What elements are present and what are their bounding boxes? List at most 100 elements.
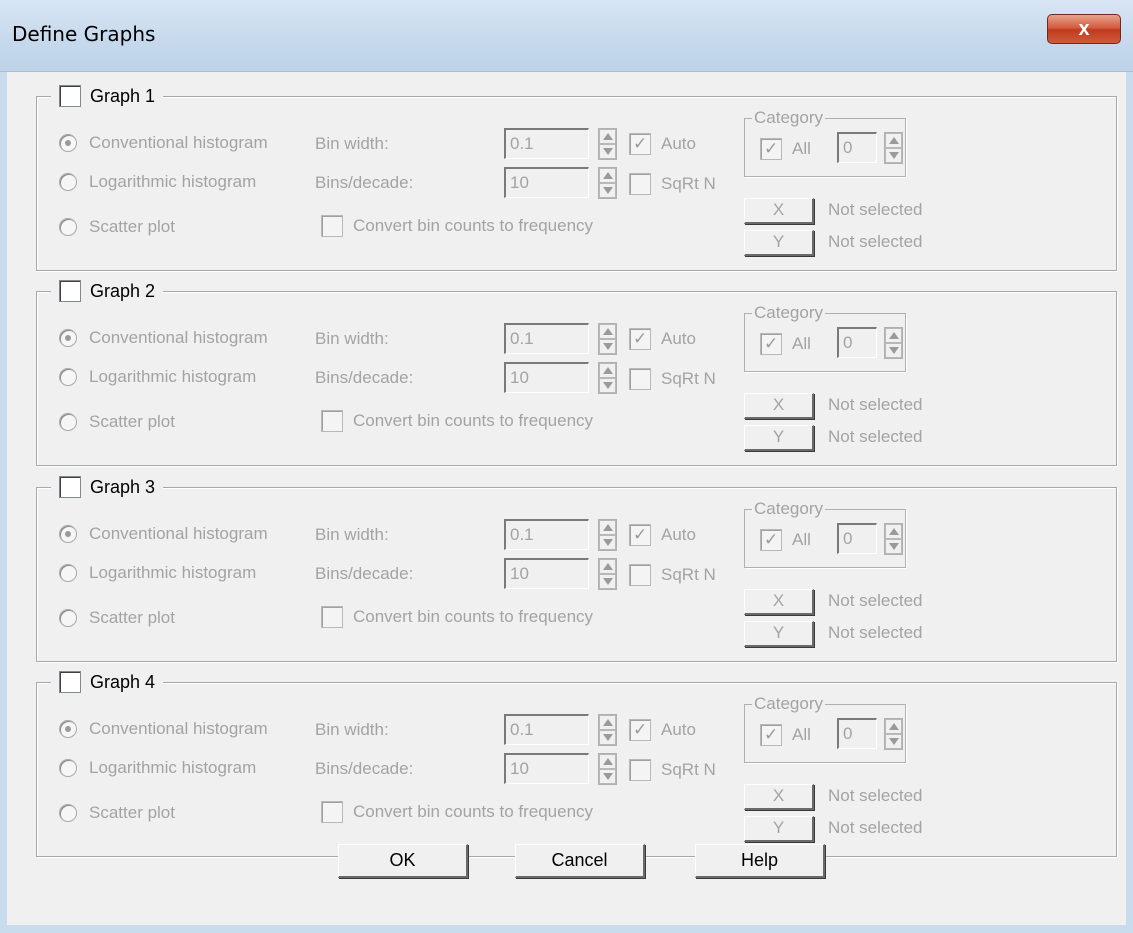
checkbox[interactable] [321,410,343,432]
radio-conventional[interactable]: Conventional histogram [59,524,268,544]
radio-scatter[interactable]: Scatter plot [59,217,175,237]
radio-button[interactable] [59,218,77,236]
bins-decade-input[interactable]: 10 [504,167,589,198]
y-select-button[interactable]: Y [744,230,814,256]
spin-up-icon[interactable] [885,328,902,343]
x-select-button[interactable]: X [744,589,814,615]
checkbox[interactable]: ✓ [760,724,782,746]
spin-down-icon[interactable] [885,734,902,749]
category-spinner[interactable] [884,523,903,555]
graph-toggle-1[interactable]: Graph 1 [51,84,164,108]
checkbox[interactable] [629,368,651,390]
graph-enable-checkbox[interactable] [59,476,81,498]
radio-button[interactable] [59,413,77,431]
category-spinner[interactable] [884,718,903,750]
checkbox[interactable] [321,801,343,823]
radio-conventional[interactable]: Conventional histogram [59,719,268,739]
radio-conventional[interactable]: Conventional histogram [59,133,268,153]
radio-button[interactable] [59,525,77,543]
spin-down-icon[interactable] [885,343,902,358]
graph-enable-checkbox[interactable] [59,85,81,107]
radio-button[interactable] [59,368,77,386]
spin-up-icon[interactable] [599,363,616,378]
spin-down-icon[interactable] [885,539,902,554]
checkbox[interactable] [629,759,651,781]
help-button[interactable]: Help [695,844,825,878]
radio-button[interactable] [59,564,77,582]
category-spinner[interactable] [884,132,903,164]
spin-up-icon[interactable] [599,129,616,144]
radio-logarithmic[interactable]: Logarithmic histogram [59,367,256,387]
spin-up-icon[interactable] [885,524,902,539]
graph-toggle-4[interactable]: Graph 4 [51,670,164,694]
radio-button[interactable] [59,134,77,152]
checkbox[interactable]: ✓ [629,524,651,546]
spin-down-icon[interactable] [599,144,616,159]
checkbox[interactable]: ✓ [629,328,651,350]
radio-scatter[interactable]: Scatter plot [59,803,175,823]
bin-width-input[interactable]: 0.1 [504,323,589,354]
radio-button[interactable] [59,173,77,191]
x-select-button[interactable]: X [744,784,814,810]
bins-decade-spinner[interactable] [598,753,617,785]
radio-scatter[interactable]: Scatter plot [59,412,175,432]
category-input[interactable]: 0 [837,523,877,554]
category-spinner[interactable] [884,327,903,359]
radio-button[interactable] [59,720,77,738]
bins-decade-input[interactable]: 10 [504,558,589,589]
category-all-checkbox[interactable]: ✓ All [760,529,811,551]
radio-conventional[interactable]: Conventional histogram [59,328,268,348]
checkbox[interactable]: ✓ [629,133,651,155]
ok-button[interactable]: OK [338,844,468,878]
category-input[interactable]: 0 [837,718,877,749]
convert-checkbox[interactable]: Convert bin counts to frequency [321,215,593,237]
spin-up-icon[interactable] [885,719,902,734]
title-bar[interactable]: Define Graphs x [0,0,1133,72]
bin-width-spinner[interactable] [598,714,617,746]
auto-checkbox[interactable]: ✓ Auto [629,133,696,155]
auto-checkbox[interactable]: ✓ Auto [629,524,696,546]
category-all-checkbox[interactable]: ✓ All [760,333,811,355]
bin-width-spinner[interactable] [598,128,617,160]
x-select-button[interactable]: X [744,393,814,419]
convert-checkbox[interactable]: Convert bin counts to frequency [321,410,593,432]
auto-checkbox[interactable]: ✓ Auto [629,719,696,741]
bin-width-spinner[interactable] [598,323,617,355]
checkbox[interactable]: ✓ [760,529,782,551]
checkbox[interactable] [629,564,651,586]
spin-up-icon[interactable] [599,324,616,339]
bins-decade-spinner[interactable] [598,167,617,199]
category-all-checkbox[interactable]: ✓ All [760,724,811,746]
y-select-button[interactable]: Y [744,425,814,451]
y-select-button[interactable]: Y [744,621,814,647]
radio-button[interactable] [59,759,77,777]
convert-checkbox[interactable]: Convert bin counts to frequency [321,606,593,628]
spin-up-icon[interactable] [599,559,616,574]
category-input[interactable]: 0 [837,327,877,358]
checkbox[interactable]: ✓ [760,138,782,160]
bin-width-input[interactable]: 0.1 [504,714,589,745]
convert-checkbox[interactable]: Convert bin counts to frequency [321,801,593,823]
spin-down-icon[interactable] [599,769,616,784]
checkbox[interactable] [321,215,343,237]
bins-decade-spinner[interactable] [598,362,617,394]
radio-logarithmic[interactable]: Logarithmic histogram [59,563,256,583]
radio-logarithmic[interactable]: Logarithmic histogram [59,172,256,192]
graph-enable-checkbox[interactable] [59,280,81,302]
spin-down-icon[interactable] [599,339,616,354]
graph-enable-checkbox[interactable] [59,671,81,693]
auto-checkbox[interactable]: ✓ Auto [629,328,696,350]
bins-decade-input[interactable]: 10 [504,753,589,784]
spin-down-icon[interactable] [599,535,616,550]
bin-width-spinner[interactable] [598,519,617,551]
spin-down-icon[interactable] [599,183,616,198]
spin-up-icon[interactable] [599,754,616,769]
category-all-checkbox[interactable]: ✓ All [760,138,811,160]
y-select-button[interactable]: Y [744,816,814,842]
spin-up-icon[interactable] [599,168,616,183]
checkbox[interactable]: ✓ [629,719,651,741]
spin-up-icon[interactable] [599,715,616,730]
bins-decade-spinner[interactable] [598,558,617,590]
spin-down-icon[interactable] [885,148,902,163]
radio-button[interactable] [59,609,77,627]
